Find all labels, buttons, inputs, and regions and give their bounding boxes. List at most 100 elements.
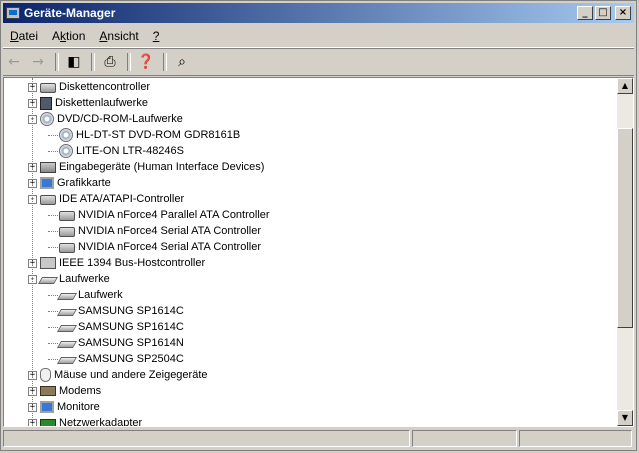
menu-label-post: atei (18, 29, 39, 43)
tree-item-label: SAMSUNG SP1614N (78, 337, 184, 349)
tree-item-label: LITE-ON LTR-48246S (76, 145, 185, 157)
mouse-icon (40, 368, 51, 382)
status-bar (3, 430, 634, 449)
tree-device[interactable]: SAMSUNG SP1614C (56, 319, 184, 335)
tree-device[interactable]: HL-DT-ST DVD-ROM GDR8161B (59, 127, 240, 143)
scroll-thumb[interactable] (617, 128, 633, 328)
tree-device[interactable]: NVIDIA nForce4 Serial ATA Controller (59, 223, 261, 239)
hdd-icon (56, 340, 78, 348)
tree-item-label: DVD/CD-ROM-Laufwerke (57, 113, 183, 125)
tree-category[interactable]: Diskettencontroller (40, 79, 150, 95)
tree-category[interactable]: Laufwerke (37, 271, 110, 287)
tree-device[interactable]: SAMSUNG SP1614N (56, 335, 184, 351)
toolbar-separator (163, 53, 167, 71)
device-manager-app-icon[interactable] (6, 7, 20, 19)
tree-item-label: Diskettenlaufwerke (55, 97, 148, 109)
tree-item-label: SAMSUNG SP2504C (78, 353, 184, 365)
tree-item-label: IDE ATA/ATAPI-Controller (59, 193, 185, 205)
tree-category[interactable]: Netzwerkadapter (40, 415, 142, 426)
tree-item-label: NVIDIA nForce4 Parallel ATA Controller (78, 209, 270, 221)
show-hide-tree-icon[interactable]: ◧ (63, 52, 85, 72)
close-button[interactable]: × (615, 6, 631, 20)
tree-item-label: Mäuse und andere Zeigegeräte (54, 369, 208, 381)
scan-hardware-icon[interactable]: ⌕ (171, 52, 193, 72)
tree-device[interactable]: SAMSUNG SP1614C (56, 303, 184, 319)
vertical-scrollbar[interactable]: ▲ ▼ (617, 78, 633, 426)
status-panel-3 (519, 430, 632, 447)
menu-label-post: tion (66, 29, 86, 43)
tree-connector (48, 215, 58, 216)
toolbar-separator (91, 53, 95, 71)
menu-item-2[interactable]: Ansicht (92, 29, 145, 43)
hdd-icon (56, 292, 78, 300)
tree-device[interactable]: NVIDIA nForce4 Parallel ATA Controller (59, 207, 270, 223)
tree-item-label: IEEE 1394 Bus-Hostcontroller (59, 257, 206, 269)
cd-icon (40, 112, 54, 126)
tree-connector (32, 78, 33, 426)
drive-icon (59, 227, 75, 237)
tree-item-label: SAMSUNG SP1614C (78, 321, 184, 333)
tree-connector (48, 135, 58, 136)
tree-category[interactable]: IDE ATA/ATAPI-Controller (40, 191, 184, 207)
tree-connector (48, 295, 58, 296)
tree-category[interactable]: DVD/CD-ROM-Laufwerke (40, 111, 183, 127)
drive-icon (59, 211, 75, 221)
tree-connector (48, 247, 58, 248)
window-title: Geräte-Manager (24, 6, 116, 20)
hdd-icon (56, 308, 78, 316)
tree-category[interactable]: Eingabegeräte (Human Interface Devices) (40, 159, 264, 175)
tree-connector (48, 311, 58, 312)
scroll-up-button[interactable]: ▲ (617, 78, 633, 94)
tree-device[interactable]: SAMSUNG SP2504C (56, 351, 184, 367)
modem-icon (40, 386, 56, 396)
menu-item-3[interactable]: ? (146, 29, 167, 43)
tree-connector (48, 359, 58, 360)
tree-item-label: Eingabegeräte (Human Interface Devices) (59, 161, 265, 173)
tree-item-label: NVIDIA nForce4 Serial ATA Controller (78, 225, 261, 237)
cd-icon (59, 128, 73, 142)
status-panel-2 (411, 430, 518, 447)
tree-device[interactable]: Laufwerk (56, 287, 123, 303)
hid-icon (40, 161, 56, 173)
menu-bar: Datei Aktion Ansicht? (3, 25, 634, 48)
display-icon (40, 401, 54, 413)
tree-device[interactable]: LITE-ON LTR-48246S (59, 143, 184, 159)
drive-icon (59, 243, 75, 253)
hdd-icon (56, 356, 78, 364)
tree-connector (48, 151, 58, 152)
tree-category[interactable]: IEEE 1394 Bus-Hostcontroller (40, 255, 205, 271)
tree-category[interactable]: Mäuse und andere Zeigegeräte (40, 367, 208, 383)
device-tree[interactable]: Diskettencontroller + Diskettenlaufwerke + D… (4, 78, 617, 426)
minimize-button[interactable]: _ (577, 6, 593, 20)
toolbar: ← → ◧ ⎙ ❓ ⌕ (3, 49, 634, 76)
menu-item-0[interactable]: Datei (3, 29, 45, 43)
status-panel-main (3, 430, 410, 447)
maximize-button[interactable]: □ (595, 6, 611, 20)
floppy-icon (40, 96, 52, 110)
menu-accelerator-key: D (10, 29, 19, 43)
tree-category[interactable]: Modems (40, 383, 101, 399)
device-tree-pane[interactable]: Diskettencontroller + Diskettenlaufwerke + D… (3, 77, 634, 427)
cd-icon (59, 144, 73, 158)
tree-device[interactable]: NVIDIA nForce4 Serial ATA Controller (59, 239, 261, 255)
tree-category[interactable]: Diskettenlaufwerke (40, 95, 148, 111)
tree-item-label: Monitore (57, 401, 100, 413)
tree-item-label: NVIDIA nForce4 Serial ATA Controller (78, 241, 261, 253)
tree-item-label: HL-DT-ST DVD-ROM GDR8161B (76, 129, 241, 141)
print-icon[interactable]: ⎙ (99, 52, 121, 72)
forward-arrow-icon[interactable]: → (27, 52, 49, 72)
tree-item-label: SAMSUNG SP1614C (78, 305, 184, 317)
tree-item-label: Grafikkarte (57, 177, 111, 189)
menu-accelerator-key: ? (152, 29, 160, 43)
tree-category[interactable]: Grafikkarte (40, 175, 111, 191)
menu-item-1[interactable]: Aktion (45, 29, 92, 43)
chip-icon (40, 257, 56, 269)
tree-item-label: Laufwerk (78, 289, 123, 301)
tree-item-label: Modems (59, 385, 102, 397)
properties-help-icon[interactable]: ❓ (135, 52, 157, 72)
tree-category[interactable]: Monitore (40, 399, 100, 415)
scroll-down-button[interactable]: ▼ (617, 410, 633, 426)
menu-label-post: nsicht (107, 29, 139, 43)
title-bar[interactable]: Geräte-Manager _ □ × (3, 3, 634, 23)
back-arrow-icon[interactable]: ← (3, 52, 25, 72)
